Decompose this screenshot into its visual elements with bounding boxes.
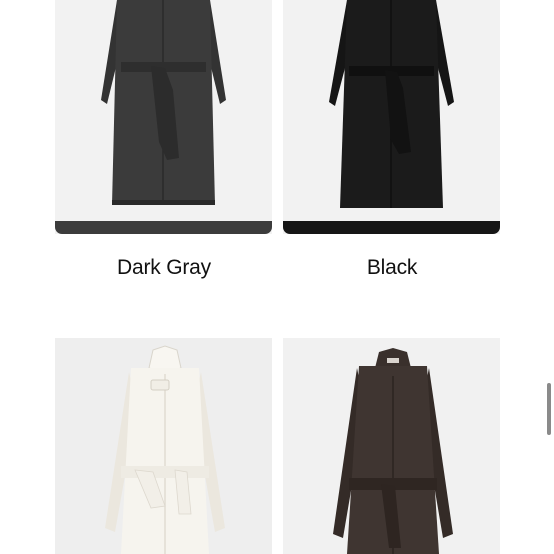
product-card-dark-gray[interactable] <box>55 0 272 234</box>
color-swatch-black <box>283 221 500 234</box>
product-card-black[interactable] <box>283 0 500 234</box>
product-card-brown[interactable] <box>283 338 500 554</box>
scrollbar-thumb[interactable] <box>547 383 551 435</box>
color-name-dark-gray: Dark Gray <box>117 256 211 279</box>
product-card-ivory[interactable] <box>55 338 272 554</box>
coat-photo-brown <box>283 338 500 554</box>
color-name-black: Black <box>366 256 418 279</box>
coat-photo-ivory <box>55 338 272 554</box>
coat-photo-black <box>283 0 500 234</box>
coat-photo-dark-gray <box>55 0 272 234</box>
color-swatch-dark-gray <box>55 221 272 234</box>
